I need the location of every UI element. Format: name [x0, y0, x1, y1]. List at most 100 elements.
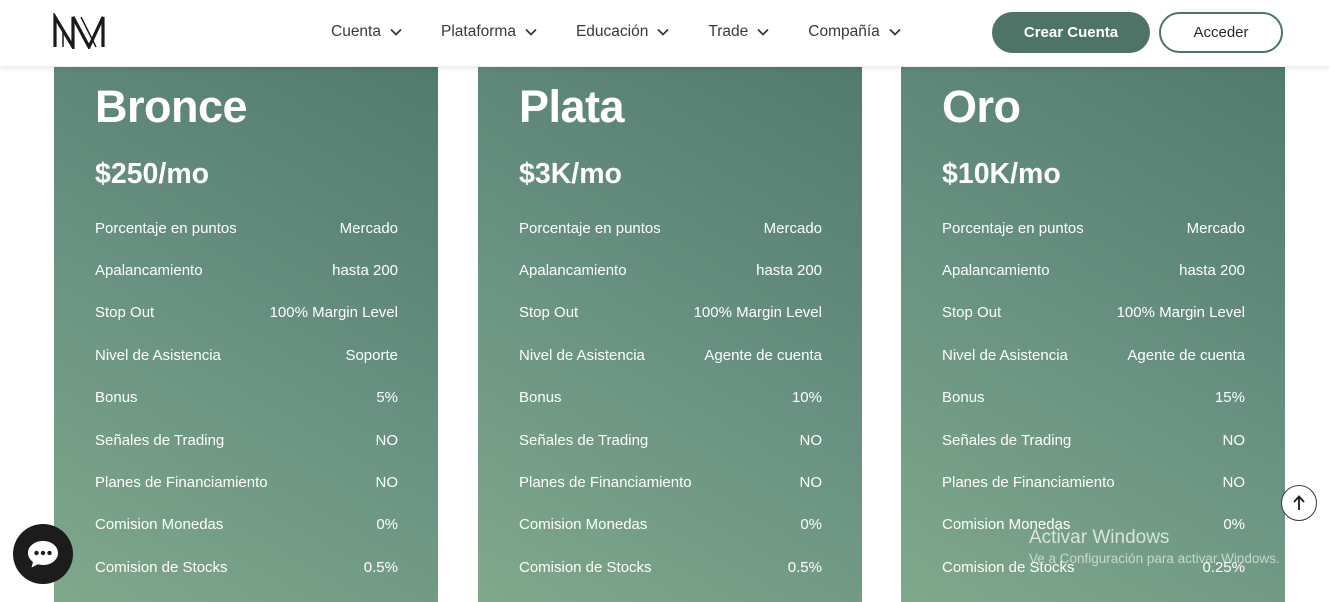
feature-value: Soporte: [345, 346, 398, 364]
feature-label: Nivel de Asistencia: [95, 346, 221, 364]
feature-row: Porcentaje en puntos Mercado: [519, 207, 822, 249]
feature-value: 0%: [800, 516, 822, 534]
feature-row: Planes de Financiamiento NO: [95, 461, 398, 503]
plan-price: $250/mo: [95, 158, 210, 190]
feature-row: Porcentaje en puntos Mercado: [942, 207, 1245, 249]
chevron-down-icon: [657, 28, 669, 36]
feature-label: Comision de Stocks: [942, 558, 1075, 576]
feature-row: Nivel de Asistencia Agente de cuenta: [519, 334, 822, 376]
feature-label: Bonus: [519, 389, 562, 407]
plan-features: Porcentaje en puntos Mercado Apalancamien…: [95, 207, 398, 589]
arrow-up-icon: [1293, 495, 1305, 510]
feature-value: 0%: [1223, 516, 1245, 534]
feature-value: 100% Margin Level: [1116, 304, 1245, 322]
feature-label: Stop Out: [942, 304, 1002, 322]
main-nav: Cuenta Plataforma Educación Trade Compañ…: [331, 0, 940, 64]
plan-features: Porcentaje en puntos Mercado Apalancamien…: [942, 207, 1245, 589]
feature-label: Apalancamiento: [942, 262, 1050, 280]
feature-row: Bonus 15%: [942, 377, 1245, 419]
feature-value: hasta 200: [756, 262, 822, 280]
feature-value: NO: [799, 474, 823, 492]
feature-label: Apalancamiento: [519, 262, 627, 280]
feature-row: Planes de Financiamiento NO: [519, 461, 822, 503]
feature-row: Apalancamiento hasta 200: [519, 249, 822, 291]
nm-logo-icon[interactable]: [53, 11, 105, 53]
feature-row: Nivel de Asistencia Soporte: [95, 334, 398, 376]
feature-row: Comision de Stocks 0.25%: [942, 546, 1245, 588]
chat-button[interactable]: [13, 524, 73, 584]
feature-row: Comision de Stocks 0.5%: [519, 546, 822, 588]
plan-card-plata: Plata $3K/mo Porcentaje en puntos Mercado…: [478, 67, 862, 602]
feature-label: Comision de Stocks: [519, 558, 652, 576]
feature-value: hasta 200: [332, 262, 398, 280]
nav-item-trade[interactable]: Trade: [708, 23, 770, 41]
feature-label: Nivel de Asistencia: [519, 346, 645, 364]
feature-value: Mercado: [763, 219, 822, 237]
plan-price: $10K/mo: [942, 158, 1061, 190]
nav-item-label: Compañía: [808, 23, 880, 40]
plan-card-bronce: Bronce $250/mo Porcentaje en puntos Merca…: [54, 67, 438, 602]
chevron-down-icon: [889, 28, 901, 36]
chevron-down-icon: [525, 28, 537, 36]
nav-item-educacion[interactable]: Educación: [576, 23, 670, 41]
feature-label: Nivel de Asistencia: [942, 346, 1068, 364]
feature-label: Stop Out: [95, 304, 155, 322]
plan-title: Bronce: [95, 81, 248, 132]
chat-bubble-icon: [28, 541, 58, 568]
chevron-down-icon: [390, 28, 402, 36]
feature-value: NO: [375, 431, 399, 449]
chevron-down-icon: [757, 28, 769, 36]
nav-item-label: Cuenta: [331, 23, 381, 40]
plan-title: Oro: [942, 81, 1021, 132]
feature-value: NO: [1222, 474, 1246, 492]
feature-label: Comision Monedas: [95, 516, 224, 534]
feature-label: Porcentaje en puntos: [95, 219, 237, 237]
site-header: Cuenta Plataforma Educación Trade Compañ…: [0, 0, 1330, 66]
feature-row: Comision Monedas 0%: [95, 504, 398, 546]
feature-value: 5%: [376, 389, 398, 407]
feature-value: 100% Margin Level: [269, 304, 398, 322]
feature-value: Agente de cuenta: [704, 346, 822, 364]
feature-label: Señales de Trading: [942, 431, 1072, 449]
feature-label: Bonus: [942, 389, 985, 407]
feature-value: Mercado: [1186, 219, 1245, 237]
feature-row: Stop Out 100% Margin Level: [519, 292, 822, 334]
feature-value: Agente de cuenta: [1127, 346, 1245, 364]
feature-label: Bonus: [95, 389, 138, 407]
feature-value: 0.25%: [1202, 558, 1245, 576]
feature-row: Apalancamiento hasta 200: [942, 249, 1245, 291]
feature-row: Porcentaje en puntos Mercado: [95, 207, 398, 249]
feature-row: Señales de Trading NO: [942, 419, 1245, 461]
feature-row: Comision Monedas 0%: [942, 504, 1245, 546]
feature-label: Porcentaje en puntos: [519, 219, 661, 237]
feature-label: Señales de Trading: [95, 431, 225, 449]
nav-item-compania[interactable]: Compañía: [808, 23, 902, 41]
nav-item-cuenta[interactable]: Cuenta: [331, 23, 403, 41]
feature-value: 0.5%: [363, 558, 398, 576]
feature-value: 15%: [1214, 389, 1245, 407]
login-button[interactable]: Acceder: [1159, 12, 1283, 53]
feature-value: 0%: [376, 516, 398, 534]
feature-label: Apalancamiento: [95, 262, 203, 280]
feature-row: Bonus 10%: [519, 377, 822, 419]
plan-price: $3K/mo: [519, 158, 622, 190]
feature-value: Mercado: [339, 219, 398, 237]
feature-label: Porcentaje en puntos: [942, 219, 1084, 237]
feature-value: 10%: [791, 389, 822, 407]
feature-value: 100% Margin Level: [693, 304, 822, 322]
feature-label: Stop Out: [519, 304, 579, 322]
nav-item-label: Educación: [575, 23, 649, 40]
feature-label: Comision Monedas: [942, 516, 1071, 534]
feature-row: Stop Out 100% Margin Level: [95, 292, 398, 334]
nav-item-plataforma[interactable]: Plataforma: [441, 23, 538, 41]
plan-features: Porcentaje en puntos Mercado Apalancamien…: [519, 207, 822, 589]
feature-value: hasta 200: [1179, 262, 1245, 280]
feature-label: Planes de Financiamiento: [95, 474, 268, 492]
feature-row: Comision de Stocks 0.5%: [95, 546, 398, 588]
feature-label: Señales de Trading: [519, 431, 649, 449]
feature-row: Bonus 5%: [95, 377, 398, 419]
scroll-to-top-button[interactable]: [1281, 485, 1317, 521]
create-account-button[interactable]: Crear Cuenta: [992, 12, 1150, 53]
nav-item-label: Trade: [708, 23, 749, 40]
feature-value: NO: [799, 431, 823, 449]
